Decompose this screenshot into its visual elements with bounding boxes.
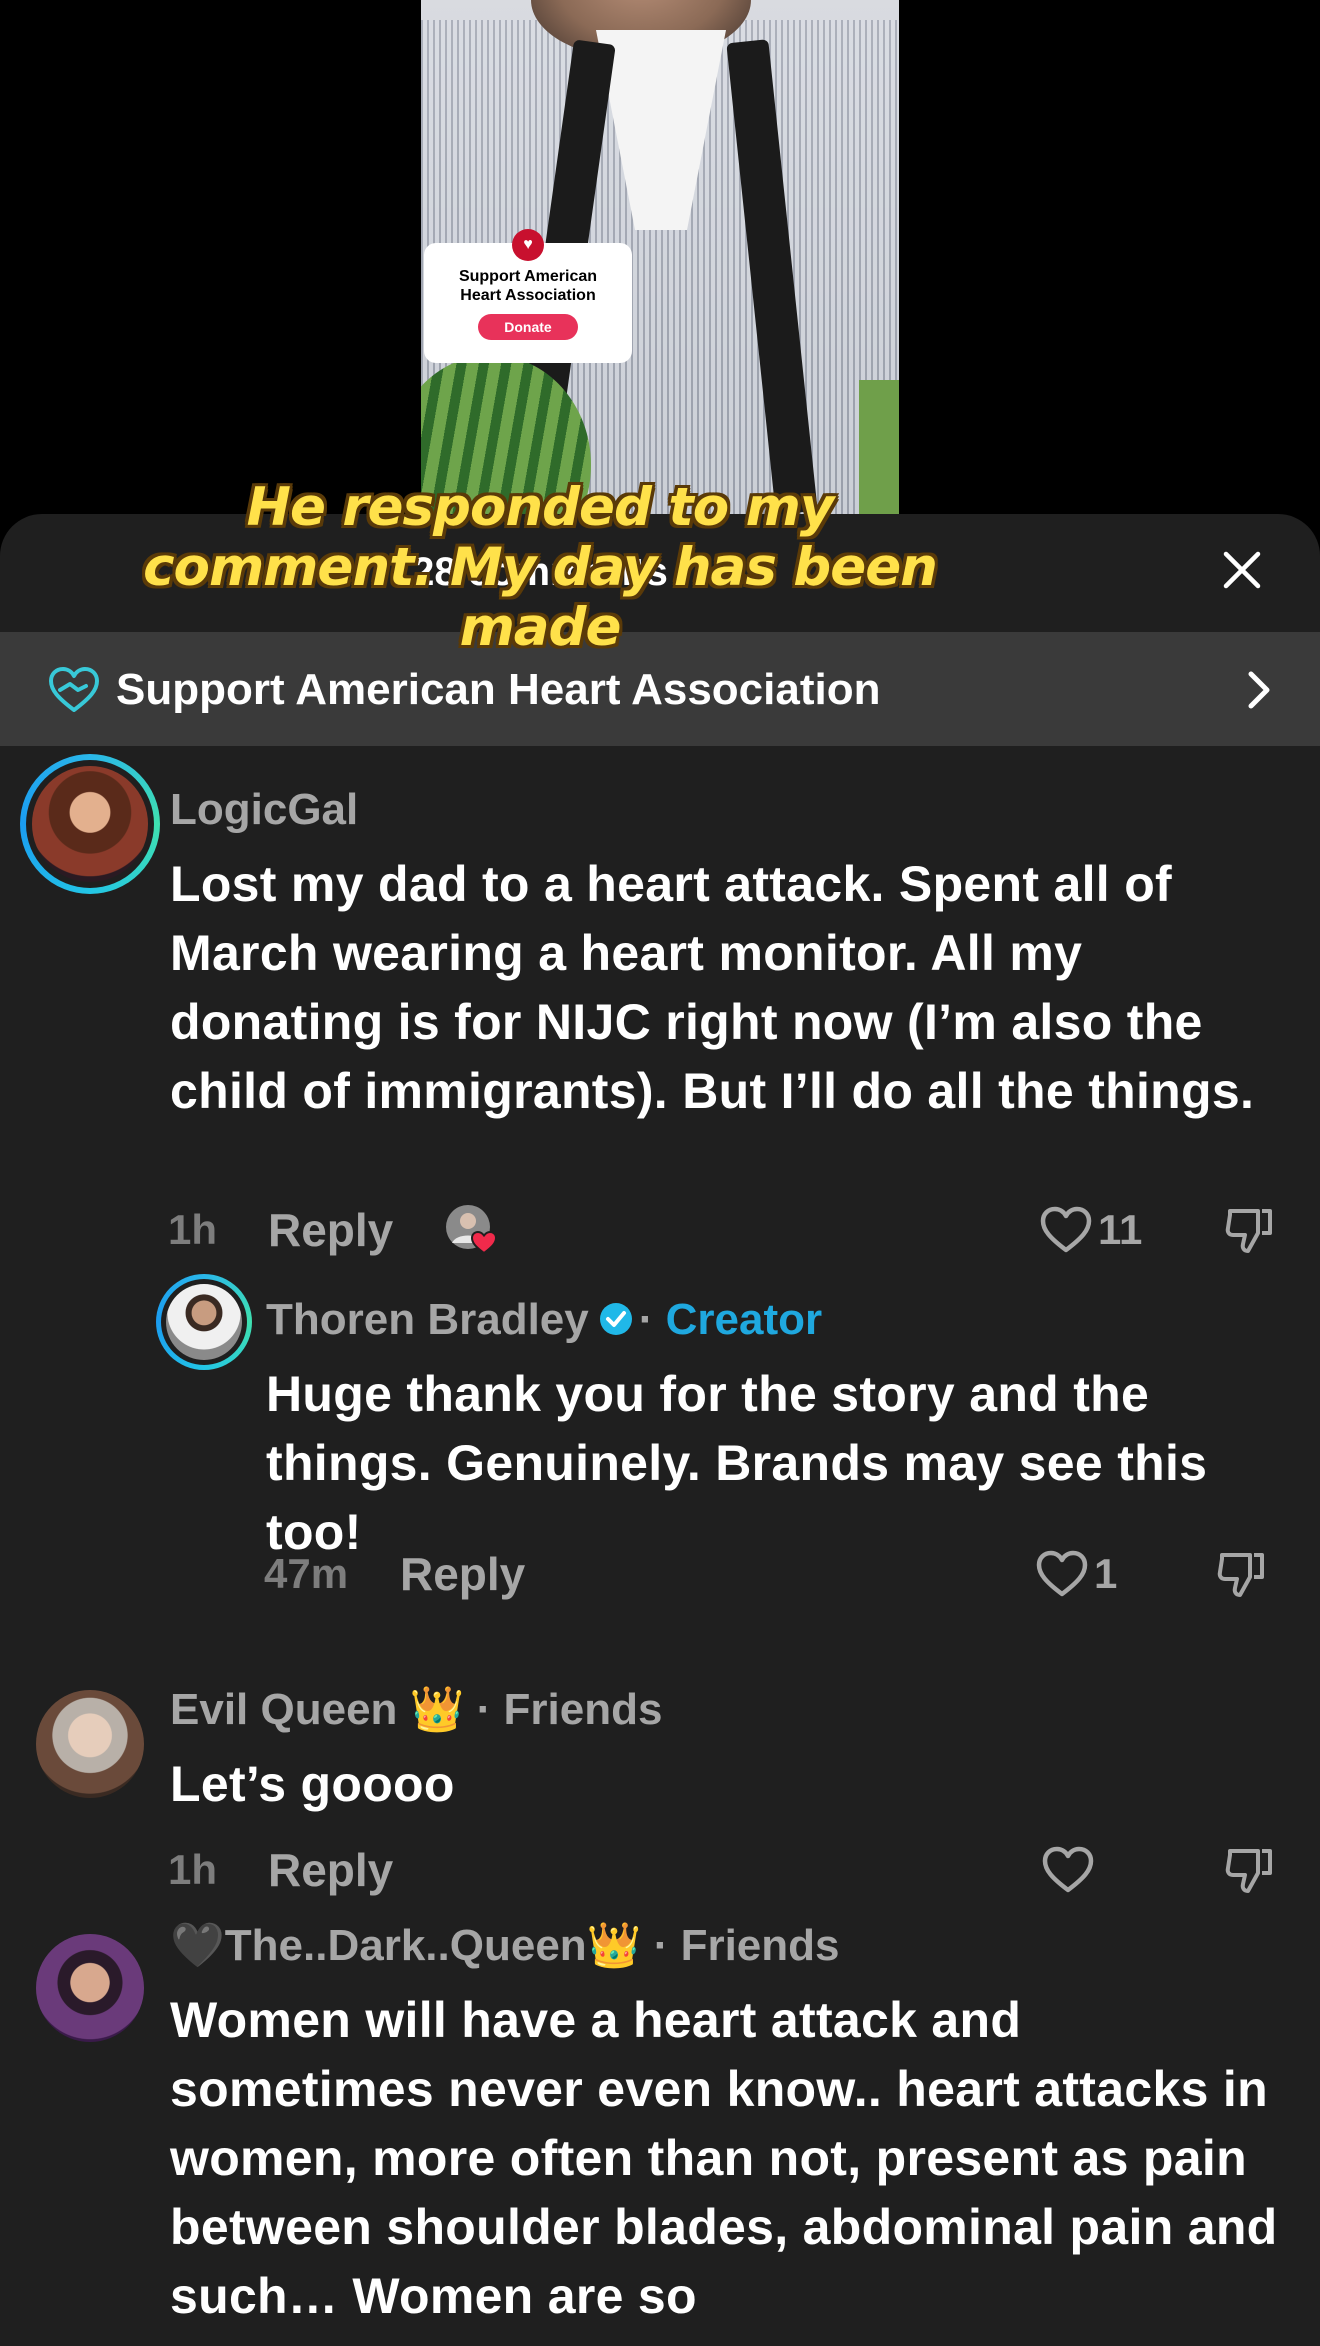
friends-badge: Friends xyxy=(680,1921,840,1970)
comment-username[interactable]: 🖤The..Dark..Queen👑 xyxy=(170,1921,641,1970)
avatar[interactable] xyxy=(166,1284,242,1360)
creator-badge: Creator xyxy=(665,1295,823,1344)
comment-text: Let’s goooo xyxy=(170,1756,455,1812)
comment-item: Evil Queen 👑 · Friends Let’s goooo 1h Re… xyxy=(0,1674,1320,1896)
reply-button[interactable]: Reply xyxy=(268,1200,393,1260)
like-button[interactable]: 1 xyxy=(1036,1544,1117,1604)
avatar[interactable] xyxy=(32,766,148,882)
comment-time: 1h xyxy=(168,1206,218,1253)
close-icon xyxy=(1223,551,1261,589)
reply-button[interactable]: Reply xyxy=(268,1840,393,1900)
comment-time: 1h xyxy=(168,1846,218,1893)
separator-dot: · xyxy=(653,1921,669,1970)
separator-dot: · xyxy=(638,1295,654,1344)
heart-outline-icon xyxy=(1036,1550,1088,1597)
creator-liked-heart-icon xyxy=(446,1205,498,1255)
comment-actions: 1h Reply 11 xyxy=(0,1200,1320,1260)
heart-hands-icon xyxy=(49,667,99,712)
video-caption-overlay: He responded to my comment. My day has b… xyxy=(143,477,938,658)
reply-button[interactable]: Reply xyxy=(400,1544,525,1604)
heart-outline-icon xyxy=(1042,1846,1094,1893)
close-button[interactable] xyxy=(1216,544,1268,596)
comments-sheet: 28 comments Support American Heart Assoc… xyxy=(0,514,1320,2346)
comment-username[interactable]: Thoren Bradley xyxy=(266,1295,589,1344)
video-player[interactable]: ♥ Support American Heart Association Don… xyxy=(0,0,1320,560)
comment-username-row: 🖤The..Dark..Queen👑 · Friends xyxy=(170,1920,840,1972)
dislike-icon[interactable] xyxy=(1222,1203,1276,1257)
chevron-right-icon xyxy=(1248,671,1270,709)
comment-username[interactable]: LogicGal xyxy=(170,784,358,836)
dislike-icon[interactable] xyxy=(1222,1843,1276,1897)
donate-sticker[interactable]: ♥ Support American Heart Association Don… xyxy=(424,229,632,363)
heart-outline-icon xyxy=(1040,1206,1092,1253)
comment-text: Huge thank you for the story and the thi… xyxy=(266,1366,1208,1560)
comment-actions: 1h Reply xyxy=(0,1840,1320,1900)
aha-logo-icon: ♥ xyxy=(512,229,544,261)
friends-badge: Friends xyxy=(503,1685,663,1734)
comment-username-row: Thoren Bradley · Creator xyxy=(266,1294,822,1346)
avatar[interactable] xyxy=(36,1690,144,1798)
like-button[interactable]: 11 xyxy=(1040,1200,1142,1260)
reply-comment-item: Thoren Bradley · Creator Huge thank you f… xyxy=(0,1274,1320,1614)
separator-dot: · xyxy=(476,1685,492,1734)
comment-text: Women will have a heart attack and somet… xyxy=(170,1992,1278,2324)
donate-sticker-title: Support American Heart Association xyxy=(458,268,598,304)
comment-time: 47m xyxy=(264,1550,349,1597)
fundraiser-banner-label: Support American Heart Association xyxy=(116,665,881,714)
comment-username-row: Evil Queen 👑 · Friends xyxy=(170,1684,662,1736)
like-count: 11 xyxy=(1098,1206,1143,1253)
like-count: 1 xyxy=(1094,1550,1118,1597)
verified-badge-icon xyxy=(599,1303,632,1336)
comment-text: Lost my dad to a heart attack. Spent all… xyxy=(170,856,1255,1119)
avatar[interactable] xyxy=(36,1934,144,2042)
dislike-icon[interactable] xyxy=(1214,1547,1268,1601)
like-button[interactable] xyxy=(1042,1840,1094,1900)
comment-item: 🖤The..Dark..Queen👑 · Friends Women will … xyxy=(0,1920,1320,2346)
comment-item: LogicGal Lost my dad to a heart attack. … xyxy=(0,754,1320,1269)
comment-username[interactable]: Evil Queen 👑 xyxy=(170,1685,464,1734)
donate-button[interactable]: Donate xyxy=(478,314,578,340)
comment-actions: 47m Reply 1 xyxy=(0,1544,1320,1604)
